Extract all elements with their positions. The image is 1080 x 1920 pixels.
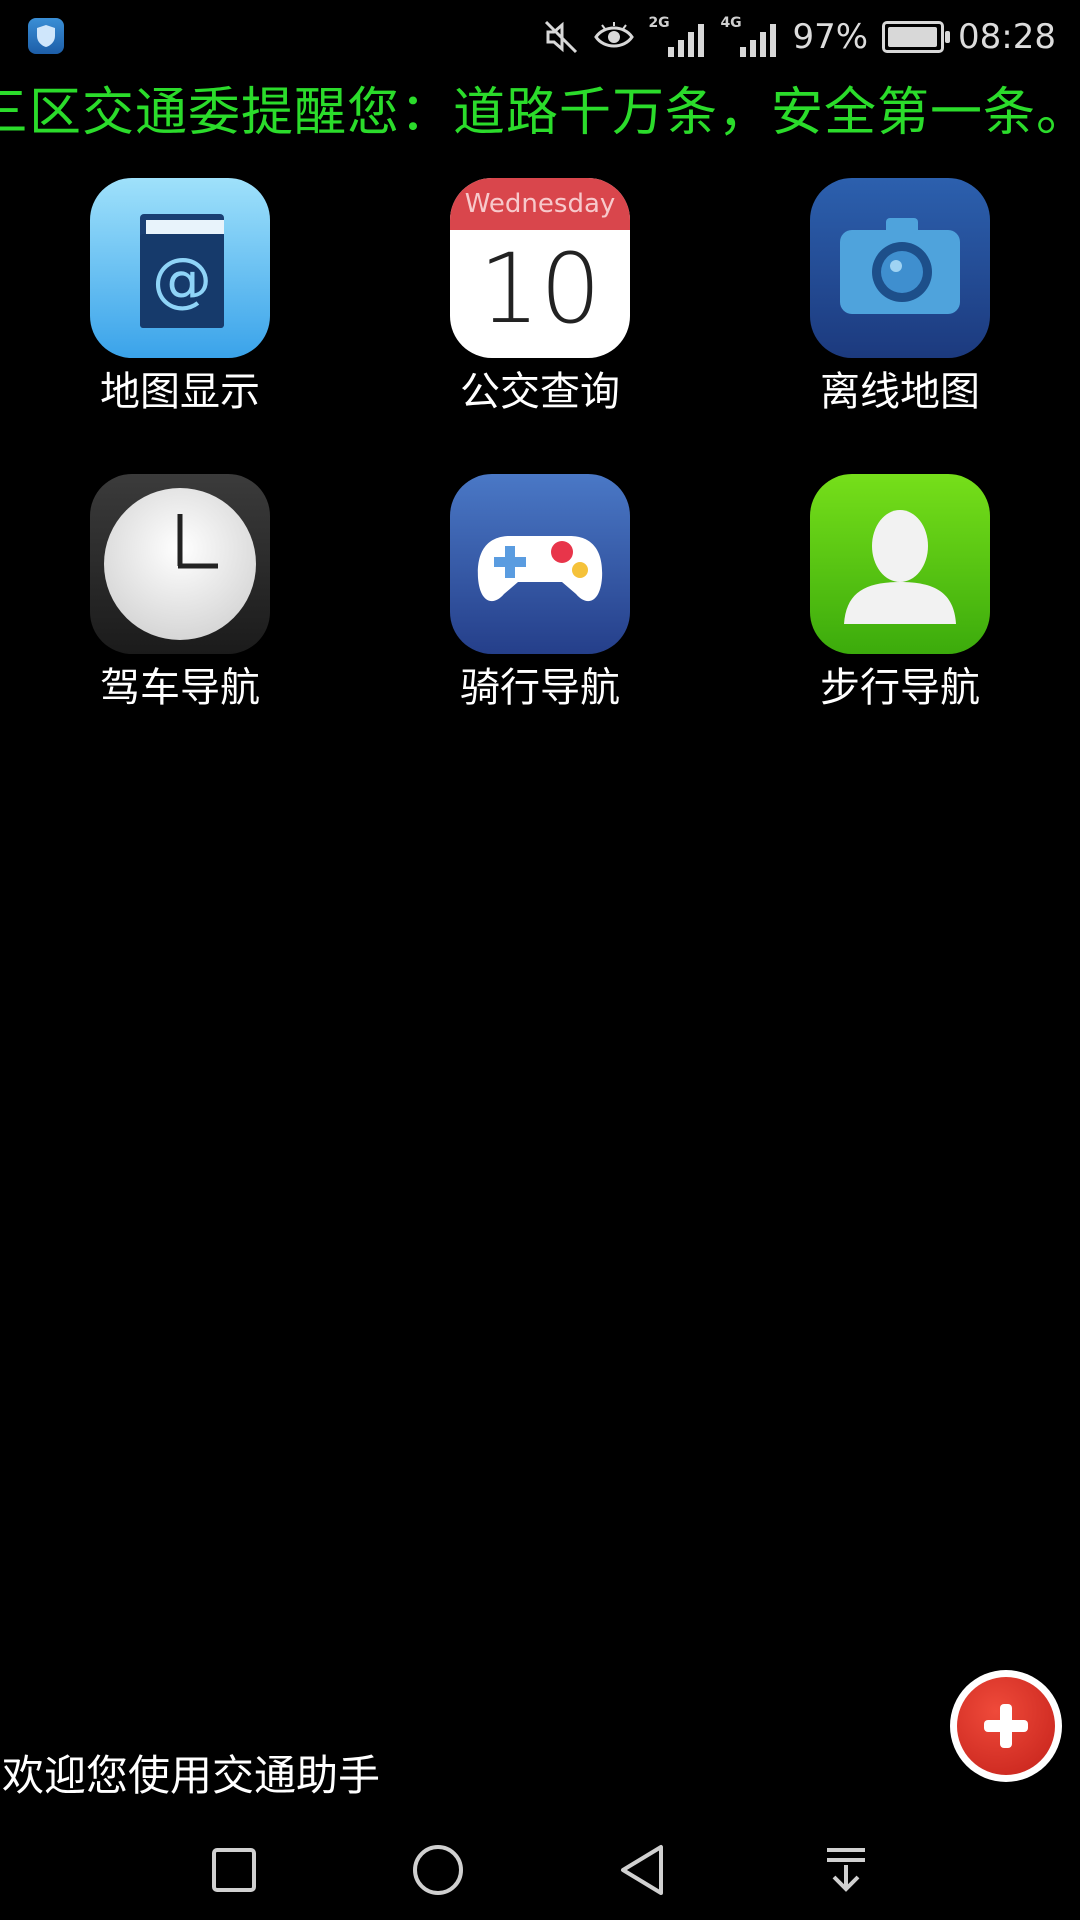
app-label: 公交查询	[460, 369, 620, 415]
clock-icon	[90, 474, 270, 654]
home-circle-icon	[413, 1845, 463, 1895]
app-walk-navigation[interactable]: 步行导航	[780, 474, 1020, 716]
battery-level	[888, 27, 938, 47]
status-bar: 2G 4G 97% 08:28	[0, 0, 1080, 72]
eye-comfort-icon	[594, 22, 635, 48]
camera-icon	[810, 178, 990, 358]
app-label: 步行导航	[820, 665, 980, 711]
home-button[interactable]	[408, 1840, 468, 1900]
notification-pulldown-button[interactable]	[816, 1840, 876, 1900]
scrolling-notice: 三区交通委提醒您：道路千万条，安全第一条。	[0, 78, 1080, 148]
app-label: 地图显示	[100, 369, 260, 415]
add-button[interactable]	[950, 1670, 1062, 1782]
app-cycling-navigation[interactable]: 骑行导航	[420, 474, 660, 716]
security-shield-icon	[28, 18, 64, 54]
plus-icon	[957, 1677, 1055, 1775]
battery-percent: 97%	[792, 17, 869, 57]
contacts-book-icon: @	[90, 178, 270, 358]
app-label: 骑行导航	[460, 665, 620, 711]
clock-time: 08:28	[958, 17, 1056, 57]
calendar-icon: Wednesday 10	[450, 178, 630, 358]
notification-pulldown-icon	[827, 1848, 865, 1892]
back-button[interactable]	[612, 1840, 672, 1900]
calendar-day: Wednesday	[450, 178, 630, 230]
app-label: 驾车导航	[100, 665, 260, 711]
back-triangle-icon	[621, 1845, 663, 1895]
battery-icon	[882, 21, 951, 53]
calendar-date: 10	[478, 233, 602, 345]
welcome-text: 欢迎您使用交通助手	[2, 1751, 381, 1800]
app-label: 离线地图	[820, 369, 980, 415]
notice-text: 三区交通委提醒您：道路千万条，安全第一条。	[0, 83, 1080, 143]
app-map-display[interactable]: @ 地图显示	[60, 178, 300, 420]
system-nav-bar	[0, 1820, 1080, 1920]
signal-4g-icon: 4G	[720, 15, 778, 59]
app-bus-query[interactable]: Wednesday 10 公交查询	[420, 178, 660, 420]
app-drive-navigation[interactable]: 驾车导航	[60, 474, 300, 716]
gamepad-icon	[450, 474, 630, 654]
recents-button[interactable]	[204, 1840, 264, 1900]
mute-icon	[545, 20, 578, 54]
recents-square-icon	[212, 1848, 256, 1892]
home-screen: 2G 4G 97% 08:28 三区交通委提醒您：道路千万条，安全第一条。 @ …	[0, 0, 1080, 1920]
app-offline-map[interactable]: 离线地图	[780, 178, 1020, 420]
signal-2g-icon: 2G	[648, 15, 706, 59]
status-icons: 2G 4G 97% 08:28	[542, 12, 1056, 62]
svg-text:@: @	[152, 245, 212, 315]
person-icon	[810, 474, 990, 654]
